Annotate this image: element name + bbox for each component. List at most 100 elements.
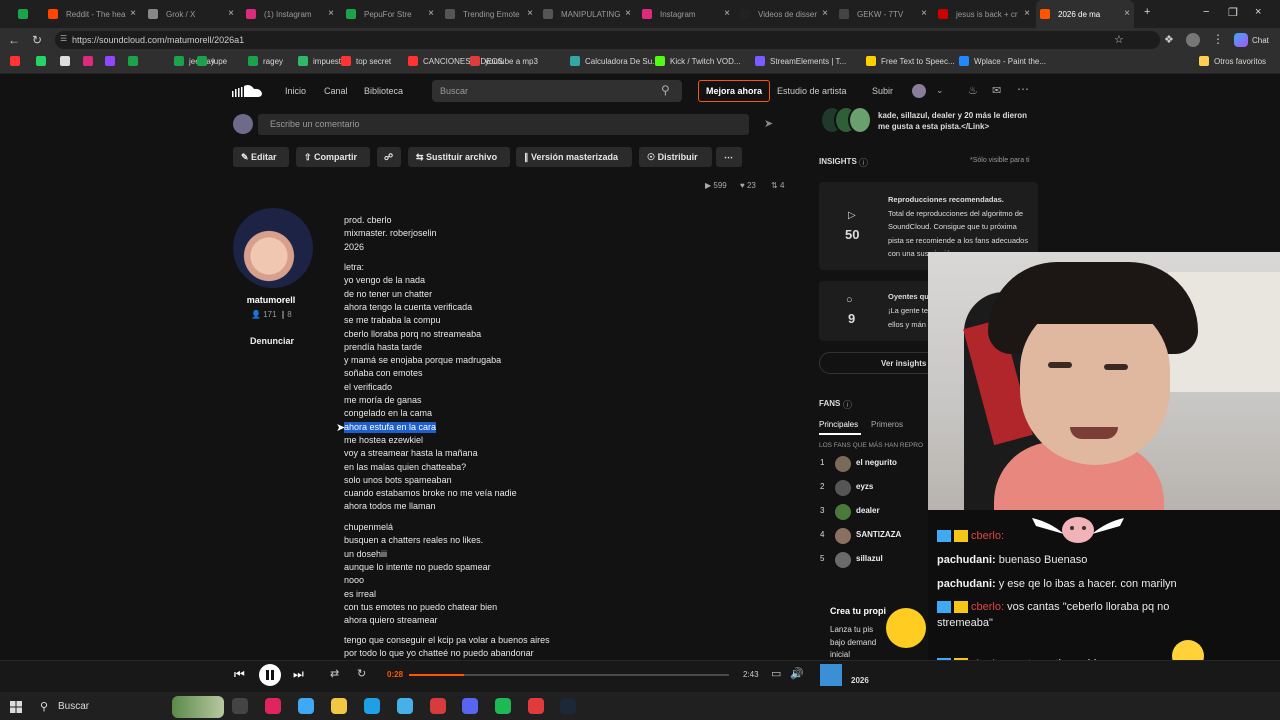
url-bar[interactable]: https://soundcloud.com/matumorell/2026a1 — [55, 31, 1160, 49]
steam-icon[interactable] — [560, 698, 576, 714]
bookmark-item[interactable]: Wplace - Paint the... — [959, 56, 1046, 66]
browser-tab[interactable]: Grok / X × — [144, 0, 238, 28]
soundcloud-logo[interactable] — [232, 84, 264, 98]
shuffle-icon[interactable]: ⇄ — [330, 667, 339, 680]
distribute-button[interactable]: ☉ Distribuir — [639, 147, 712, 167]
minimize-icon[interactable]: − — [1203, 6, 1209, 18]
tab-close-icon[interactable]: × — [428, 8, 434, 19]
tab-close-icon[interactable]: × — [1024, 8, 1030, 19]
likers-text[interactable]: kade, sillazul, dealer y 20 más le diero… — [878, 110, 1038, 132]
taskbar-search-label[interactable]: Buscar — [58, 701, 89, 712]
browser-tab[interactable] — [14, 0, 42, 28]
tab-close-icon[interactable]: × — [822, 8, 828, 19]
bookmark-item[interactable]: Free Text to Speec... — [866, 56, 955, 66]
notifications-icon[interactable]: ♨ — [968, 84, 978, 97]
windows-start-icon[interactable] — [10, 700, 22, 713]
bookmark-item[interactable] — [60, 56, 75, 66]
fans-tab-first[interactable]: Primeros — [871, 420, 903, 429]
share-button[interactable]: ⇧ Compartir — [296, 147, 370, 167]
extensions-icon[interactable]: ❖ — [1164, 33, 1174, 46]
fan-avatar[interactable] — [835, 456, 851, 472]
fans-tab-top[interactable]: Principales — [819, 420, 858, 429]
discord-icon[interactable] — [462, 698, 478, 714]
back-icon[interactable]: ← — [8, 33, 20, 47]
browser-tab[interactable]: Trending Emote × — [441, 0, 537, 28]
bookmark-item[interactable] — [128, 56, 143, 66]
fan-name[interactable]: sillazul — [856, 554, 883, 563]
comment-input[interactable]: Escribe un comentario — [258, 114, 749, 135]
browser-tab[interactable]: Reddit - The hea × — [44, 0, 140, 28]
nav-canal[interactable]: Canal — [324, 86, 348, 96]
bookmark-item[interactable]: Calculadora De Su... — [570, 56, 659, 66]
tab-close-icon[interactable]: × — [228, 8, 234, 19]
tab-close-icon[interactable]: × — [724, 8, 730, 19]
info-icon[interactable]: ⓘ — [859, 156, 868, 169]
fan-avatar[interactable] — [835, 480, 851, 496]
mini-track-title[interactable]: 2026 — [851, 676, 869, 685]
edge-browser-icon[interactable] — [364, 698, 380, 714]
restore-icon[interactable]: ❐ — [1228, 6, 1238, 19]
file-explorer-icon[interactable] — [331, 698, 347, 714]
app-icon[interactable] — [265, 698, 281, 714]
more-actions-button[interactable]: ⋯ — [716, 147, 742, 167]
copy-link-button[interactable]: ☍ — [377, 147, 401, 167]
chat-button-label[interactable]: Chat — [1252, 36, 1269, 45]
browser-tab[interactable]: MANIPULATING × — [539, 0, 635, 28]
bookmark-item[interactable]: Kick / Twitch VOD... — [655, 56, 741, 66]
browser-tab[interactable]: jesus is back + cr × — [934, 0, 1034, 28]
search-input[interactable]: Buscar — [432, 80, 682, 102]
edge-icon[interactable] — [298, 698, 314, 714]
browser-tab[interactable]: Videos de disser × — [736, 0, 832, 28]
fan-avatar[interactable] — [835, 528, 851, 544]
send-icon[interactable]: ➤ — [764, 117, 773, 130]
progress-track[interactable] — [409, 674, 729, 676]
tab-close-icon[interactable]: × — [527, 8, 533, 19]
liker-avatars[interactable] — [820, 106, 872, 134]
nav-artist-studio[interactable]: Estudio de artista — [777, 86, 847, 96]
pause-button[interactable] — [259, 664, 281, 686]
site-info-icon[interactable]: ☰ — [60, 34, 67, 43]
bookmark-item[interactable]: top secret — [341, 56, 391, 66]
tab-close-icon[interactable]: × — [130, 8, 136, 19]
artist-name[interactable]: matumorell — [232, 295, 310, 305]
copilot-icon[interactable] — [1234, 33, 1248, 47]
browser-tab[interactable]: 2026 de ma × — [1036, 0, 1134, 28]
fan-avatar[interactable] — [835, 504, 851, 520]
spotify-icon[interactable] — [495, 698, 511, 714]
next-track-icon[interactable]: ⏭ — [293, 667, 304, 682]
close-window-icon[interactable]: × — [1255, 6, 1261, 18]
task-view-icon[interactable] — [232, 698, 248, 714]
tab-close-icon[interactable]: × — [625, 8, 631, 19]
browser-tab[interactable]: Instagram × — [638, 0, 734, 28]
bookmark-item[interactable]: lupe — [197, 56, 227, 66]
edit-button[interactable]: ✎ Editar — [233, 147, 289, 167]
cast-icon[interactable]: ▭ — [771, 667, 781, 680]
bookmark-item[interactable]: ragey — [248, 56, 283, 66]
bookmark-item[interactable] — [36, 56, 51, 66]
report-link[interactable]: Denunciar — [250, 336, 294, 346]
fan-name[interactable]: dealer — [856, 506, 880, 515]
fan-name[interactable]: SANTIZAZA — [856, 530, 901, 539]
messages-icon[interactable]: ✉ — [992, 84, 1001, 97]
upgrade-button[interactable]: Mejora ahora — [698, 80, 770, 102]
profile-avatar[interactable] — [1186, 33, 1200, 47]
browser-tab[interactable]: GEKW - 7TV × — [835, 0, 931, 28]
new-tab-icon[interactable]: + — [1144, 6, 1150, 18]
fan-name[interactable]: el negurito — [856, 458, 897, 467]
fans-info-icon[interactable]: ⓘ — [843, 398, 852, 411]
app-icon[interactable] — [430, 698, 446, 714]
bookmark-item[interactable] — [105, 56, 120, 66]
app-icon[interactable] — [397, 698, 413, 714]
search-icon[interactable]: ⚲ — [661, 83, 670, 97]
bookmark-item[interactable]: StreamElements | T... — [755, 56, 846, 66]
bookmark-item[interactable] — [10, 56, 25, 66]
nav-inicio[interactable]: Inicio — [285, 86, 306, 96]
chevron-down-icon[interactable]: ⌄ — [936, 85, 944, 96]
mini-track-artwork[interactable] — [820, 664, 842, 686]
user-avatar[interactable] — [912, 84, 926, 98]
browser-tab[interactable]: PepuFor Stre × — [342, 0, 438, 28]
taskbar-widget-image[interactable] — [172, 696, 224, 718]
bookmark-item[interactable] — [83, 56, 98, 66]
previous-track-icon[interactable]: ⏮ — [234, 667, 245, 682]
replace-file-button[interactable]: ⇆ Sustituir archivo — [408, 147, 510, 167]
